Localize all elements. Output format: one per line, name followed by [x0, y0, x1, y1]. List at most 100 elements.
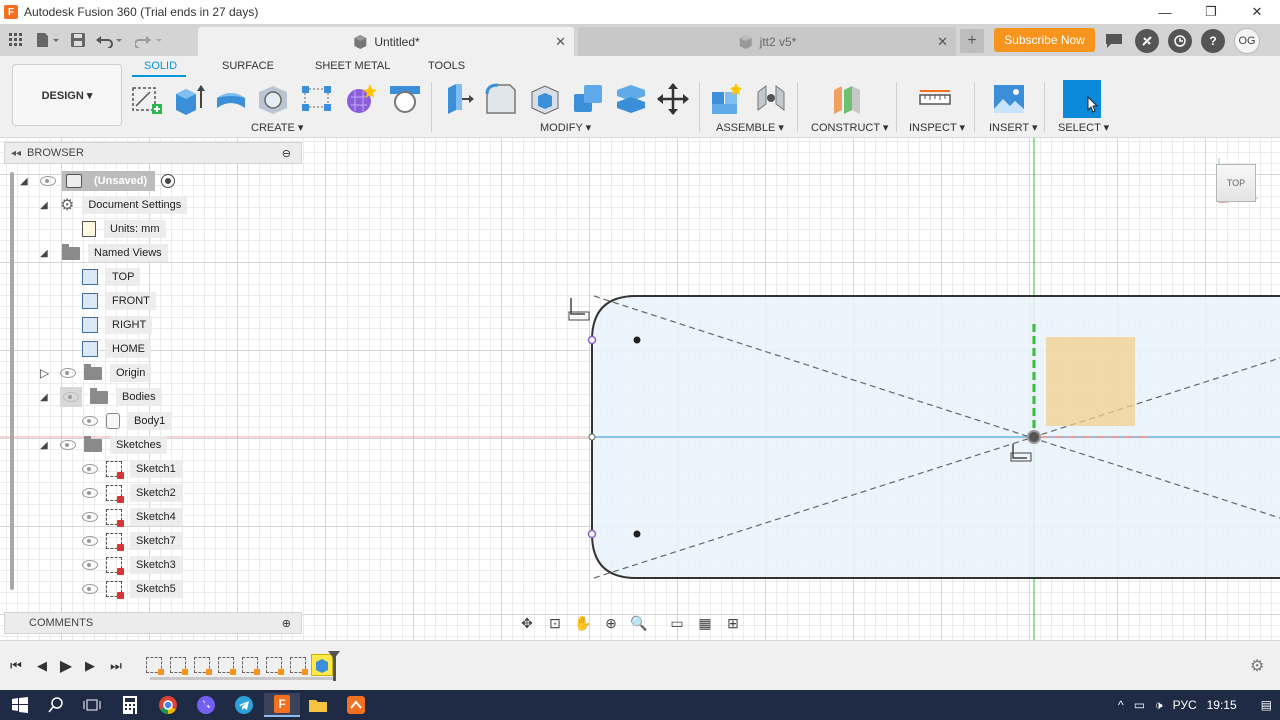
tree-node-sketch[interactable]: Sketch2 — [82, 482, 182, 504]
hole-icon[interactable] — [256, 82, 290, 116]
extensions-icon[interactable] — [1135, 29, 1159, 53]
timeline-settings-gear-icon[interactable]: ⚙ — [1250, 656, 1264, 676]
minimize-button[interactable]: — — [1142, 0, 1188, 24]
go-to-end-icon[interactable]: ⏭ — [106, 656, 126, 676]
tree-node-sketch[interactable]: Sketch4 — [82, 506, 182, 528]
tab-jtt2[interactable]: jtt2 v5* ✕ — [578, 27, 956, 56]
expand-arrow-icon[interactable]: ◢ — [40, 440, 54, 451]
fit-zoom-icon[interactable]: 🔍 — [628, 613, 650, 633]
tree-node-view-front[interactable]: FRONT — [82, 290, 156, 312]
visibility-eye-icon[interactable] — [82, 464, 98, 474]
workspace-switcher-button[interactable]: DESIGN ▾ — [12, 64, 122, 126]
tangent-constraint-point[interactable] — [587, 529, 597, 539]
comments-panel[interactable]: COMMENTS ⊕ — [4, 612, 302, 634]
timeline-sketch-feature[interactable] — [218, 657, 236, 675]
sketch-point[interactable] — [633, 530, 641, 538]
timeline-sketch-feature[interactable] — [194, 657, 212, 675]
tab-jtt2-close-icon[interactable]: ✕ — [937, 34, 948, 50]
shell-icon[interactable] — [528, 82, 562, 116]
tree-node-view-right[interactable]: RIGHT — [82, 314, 153, 336]
press-pull-icon[interactable] — [442, 82, 476, 116]
split-body-icon[interactable] — [614, 82, 648, 116]
tab-surface[interactable]: SURFACE — [222, 60, 274, 72]
calculator-icon[interactable] — [116, 693, 144, 717]
tree-node-view-home[interactable]: HOME — [82, 338, 151, 360]
viewcube[interactable]: TOP — [1216, 164, 1256, 202]
timeline-sketch-feature[interactable] — [242, 657, 260, 675]
visibility-eye-icon[interactable] — [82, 512, 98, 522]
subscribe-now-button[interactable]: Subscribe Now — [994, 28, 1095, 52]
visibility-eye-icon[interactable] — [82, 560, 98, 570]
tree-node-sketch[interactable]: Sketch5 — [82, 578, 182, 600]
save-icon[interactable] — [66, 28, 90, 52]
measure-icon[interactable] — [918, 82, 952, 116]
tab-tools[interactable]: TOOLS — [428, 60, 465, 72]
undo-icon[interactable] — [90, 28, 130, 52]
pattern-icon[interactable] — [300, 82, 334, 116]
task-view-icon[interactable] — [78, 693, 106, 717]
file-menu-icon[interactable] — [30, 28, 66, 52]
expand-arrow-icon[interactable]: ◢ — [20, 176, 34, 187]
origin-point[interactable] — [1027, 430, 1041, 444]
volume-icon[interactable]: 🕩 — [1155, 698, 1163, 713]
play-icon[interactable]: ▶ — [56, 656, 76, 676]
tree-node-sketch[interactable]: Sketch7 — [82, 530, 182, 552]
group-inspect[interactable]: INSPECT ▾ — [909, 121, 965, 134]
hidden-eye-icon[interactable] — [60, 387, 82, 407]
group-create[interactable]: CREATE ▾ — [251, 121, 303, 134]
display-settings-icon[interactable]: ▭ — [666, 613, 688, 633]
job-status-icon[interactable] — [1168, 29, 1192, 53]
tree-node-bodies[interactable]: ◢ Bodies — [40, 386, 162, 408]
tree-node-origin[interactable]: ▷ Origin — [40, 362, 152, 384]
collapse-panel-icon[interactable]: ◂◂ — [11, 148, 21, 159]
create-form-icon[interactable] — [344, 82, 378, 116]
combine-icon[interactable] — [572, 82, 606, 116]
windows-start-icon[interactable] — [6, 693, 34, 717]
profile-highlight[interactable] — [1046, 337, 1135, 426]
sketch-point[interactable] — [633, 336, 641, 344]
look-at-icon[interactable]: ⊡ — [544, 613, 566, 633]
midpoint[interactable] — [588, 433, 596, 441]
tree-node-sketches[interactable]: ◢ Sketches — [40, 434, 168, 456]
app-icon[interactable] — [342, 693, 370, 717]
user-avatar[interactable]: OG — [1234, 28, 1260, 54]
group-insert[interactable]: INSERT ▾ — [989, 121, 1038, 134]
fillet-icon[interactable] — [484, 82, 518, 116]
zoom-icon[interactable]: ⊕ — [600, 613, 622, 633]
revolve-icon[interactable] — [214, 82, 248, 116]
visibility-eye-icon[interactable] — [60, 440, 76, 450]
timeline-sketch-feature[interactable] — [170, 657, 188, 675]
visibility-eye-icon[interactable] — [60, 368, 76, 378]
tray-expand-icon[interactable]: ^ — [1118, 698, 1124, 712]
browser-header[interactable]: ◂◂ BROWSER ⊖ — [4, 142, 302, 164]
grid-snaps-icon[interactable]: ▦ — [694, 613, 716, 633]
group-assemble[interactable]: ASSEMBLE ▾ — [716, 121, 784, 134]
visibility-eye-icon[interactable] — [40, 176, 56, 186]
insert-image-icon[interactable] — [992, 82, 1026, 116]
visibility-eye-icon[interactable] — [82, 488, 98, 498]
derive-icon[interactable] — [388, 82, 422, 116]
tree-node-named-views[interactable]: ◢ Named Views — [40, 242, 168, 264]
browser-scrollbar[interactable] — [10, 172, 14, 590]
close-window-button[interactable]: ✕ — [1234, 0, 1280, 24]
tree-node-body1[interactable]: Body1 — [82, 410, 172, 432]
expand-arrow-icon[interactable]: ▷ — [40, 366, 54, 380]
language-indicator[interactable]: РУС — [1173, 698, 1197, 712]
add-comment-icon[interactable]: ⊕ — [282, 617, 291, 630]
tab-solid[interactable]: SOLID — [144, 60, 177, 72]
tree-node-document-settings[interactable]: ◢ ⚙ Document Settings — [40, 194, 188, 216]
step-back-icon[interactable]: ◀ — [32, 656, 52, 676]
expand-arrow-icon[interactable]: ◢ — [40, 248, 54, 259]
data-panel-grid-icon[interactable] — [2, 28, 30, 52]
help-icon[interactable]: ? — [1201, 29, 1225, 53]
create-sketch-icon[interactable] — [130, 82, 164, 116]
joint-icon[interactable] — [754, 82, 788, 116]
clock[interactable]: 19:15 — [1207, 698, 1237, 712]
step-forward-icon[interactable]: ▶ — [80, 656, 100, 676]
timeline-sketch-feature[interactable] — [266, 657, 284, 675]
expand-arrow-icon[interactable]: ◢ — [40, 392, 54, 403]
visibility-eye-icon[interactable] — [82, 536, 98, 546]
tree-node-units[interactable]: Units: mm — [82, 218, 166, 240]
new-tab-button[interactable]: + — [960, 29, 984, 53]
chrome-icon[interactable] — [154, 693, 182, 717]
